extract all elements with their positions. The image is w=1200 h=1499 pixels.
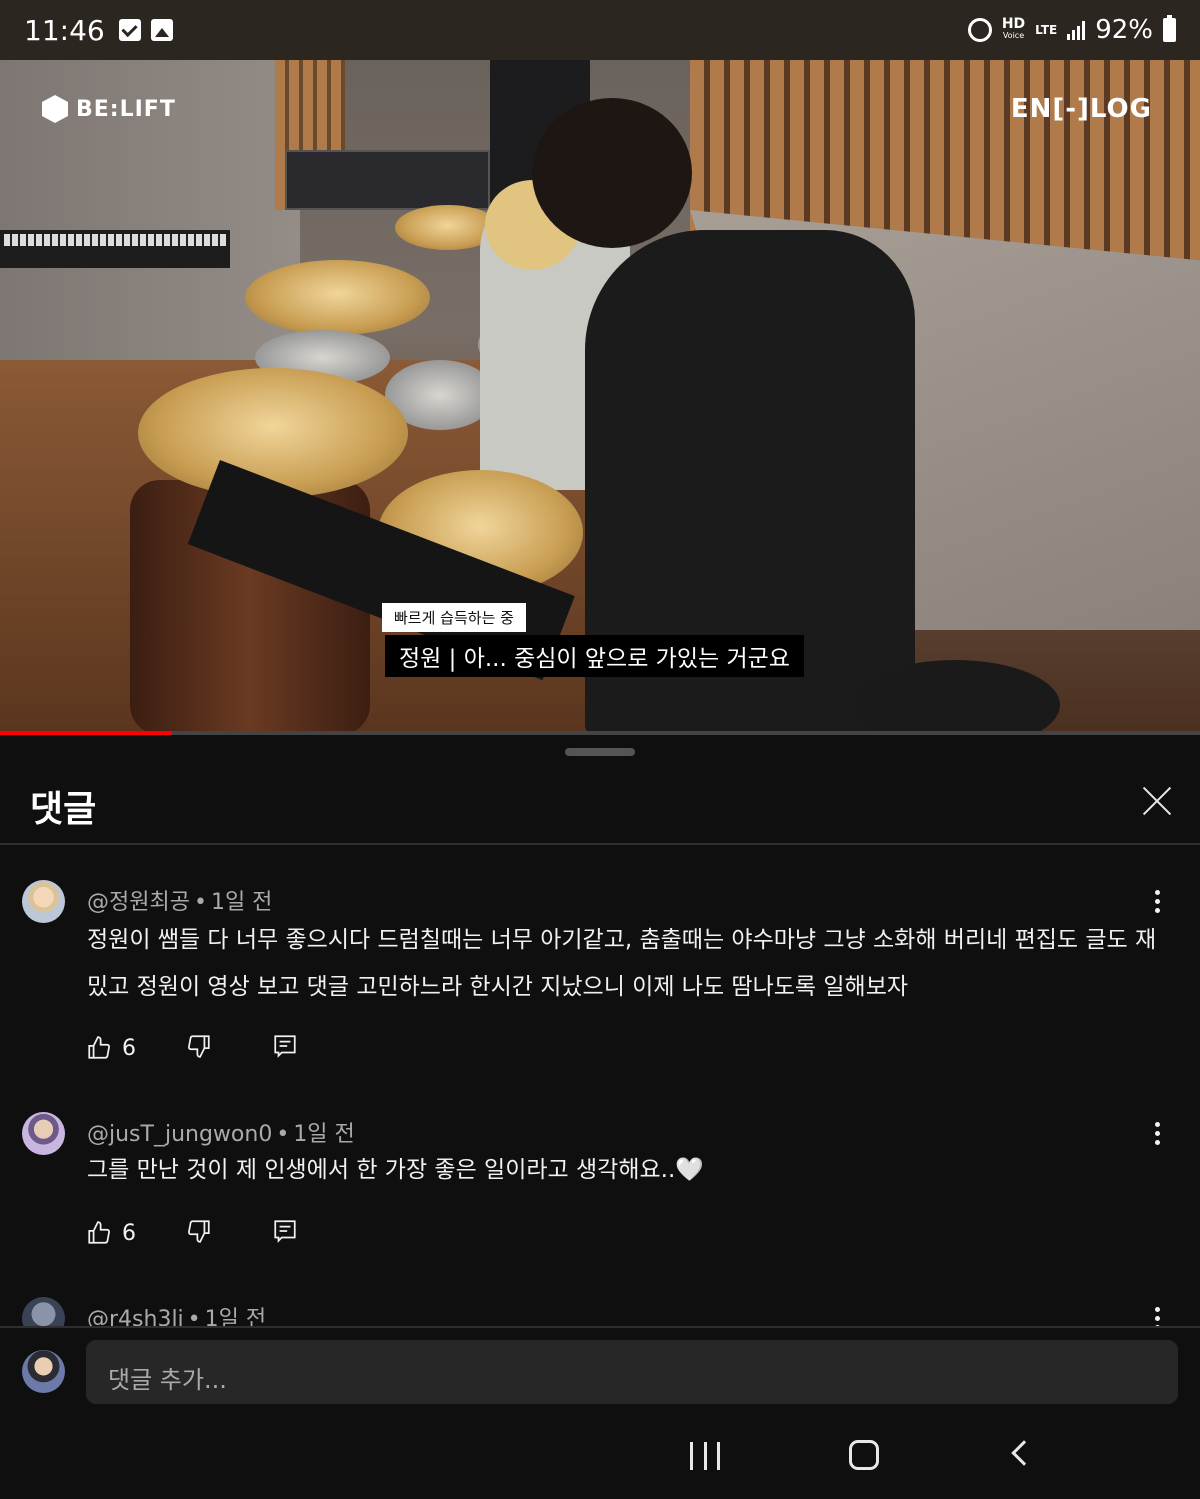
comment-actions: 6 [86, 1033, 298, 1063]
comment-author[interactable]: @jusT_jungwon0 [87, 1122, 272, 1147]
comments-panel: 댓글 @정원최공 • 1일 전 정원이 쌤들 다 너무 좋으시다 드럼칠때는 너무 … [0, 736, 1200, 1328]
meta-separator: • [193, 890, 207, 915]
belift-logo-text: BE:LIFT [76, 96, 176, 122]
meta-separator: • [187, 1307, 201, 1328]
avatar [22, 1350, 65, 1393]
back-icon[interactable] [1011, 1440, 1037, 1466]
video-scene-person [532, 98, 692, 248]
battery-icon [1163, 15, 1176, 42]
notification-icons [118, 19, 173, 41]
hd-voice-icon: HD Voice [1001, 16, 1026, 40]
comment-time: 1일 전 [293, 1122, 355, 1147]
avatar[interactable] [22, 1297, 65, 1328]
video-scene-cymbal [138, 368, 408, 498]
reply-icon [274, 1035, 296, 1058]
like-count: 6 [122, 1220, 136, 1246]
video-progress-fill [0, 731, 172, 735]
header-divider [0, 843, 1200, 845]
comment-time: 1일 전 [210, 890, 273, 915]
reply-button[interactable] [272, 1218, 298, 1248]
home-icon[interactable] [849, 1440, 879, 1470]
more-options-icon[interactable] [1150, 1122, 1164, 1148]
meta-separator: • [276, 1122, 290, 1147]
status-time: 11:46 [24, 13, 105, 47]
comment-time: 1일 전 [204, 1307, 267, 1328]
avatar[interactable] [22, 880, 65, 923]
belift-logo-icon [42, 95, 68, 123]
close-icon[interactable] [1136, 780, 1178, 822]
comment-meta: @정원최공 • 1일 전 [87, 884, 272, 916]
like-count: 6 [122, 1035, 136, 1061]
drag-handle[interactable] [565, 748, 635, 756]
battery-percent: 92% [1095, 15, 1153, 45]
thumbs-up-icon [88, 1221, 110, 1244]
comment-actions: 6 [86, 1218, 298, 1248]
more-options-icon[interactable] [1150, 1307, 1164, 1328]
comment-author[interactable]: @정원최공 [87, 890, 190, 915]
more-options-icon[interactable] [1150, 890, 1164, 916]
add-comment-input[interactable]: 댓글 추가... [86, 1340, 1178, 1404]
video-scene-cymbal [245, 260, 430, 335]
comment-text: 그를 만난 것이 제 인생에서 한 가장 좋은 일이라고 생각해요..🤍 [87, 1157, 704, 1183]
thumbs-down-icon [188, 1035, 210, 1058]
video-subtitle: 정원 | 아... 중심이 앞으로 가있는 거군요 [385, 635, 804, 677]
alarm-icon [967, 18, 992, 42]
video-scene-keyboard [0, 230, 230, 268]
thumbs-up-icon [88, 1036, 110, 1059]
dislike-button[interactable] [186, 1033, 212, 1063]
recents-icon[interactable] [690, 1442, 720, 1470]
video-player[interactable]: BE:LIFT EN[-]LOG 빠르게 습득하는 중 정원 | 아... 중심… [0, 60, 1200, 735]
like-button[interactable]: 6 [86, 1035, 136, 1061]
thumbs-down-icon [188, 1220, 210, 1243]
checkbox-notification-icon [118, 19, 141, 41]
comment-meta: @jusT_jungwon0 • 1일 전 [87, 1116, 355, 1148]
like-button[interactable]: 6 [86, 1220, 136, 1246]
enlog-logo: EN[-]LOG [1010, 94, 1152, 124]
avatar[interactable] [22, 1112, 65, 1155]
comment-meta: @r4sh3li • 1일 전 [87, 1301, 266, 1328]
status-bar: 11:46 HD Voice LTE 92% [0, 0, 1200, 60]
status-icons: HD Voice LTE 92% [967, 15, 1176, 45]
belift-logo: BE:LIFT [42, 95, 176, 123]
video-scene-mixer [285, 150, 490, 210]
comments-title: 댓글 [30, 789, 97, 830]
lte-icon: LTE [1035, 23, 1058, 37]
video-caption-top: 빠르게 습득하는 중 [382, 603, 526, 632]
signal-icon [1067, 20, 1086, 40]
video-progress-bar[interactable] [0, 731, 1200, 735]
comment-text: 정원이 쌤들 다 너무 좋으시다 드럼칠때는 너무 아기같고, 춤출때는 야수마… [87, 927, 1157, 1000]
reply-icon [274, 1220, 296, 1243]
dislike-button[interactable] [186, 1218, 212, 1248]
system-nav-bar [0, 1410, 1200, 1499]
gallery-notification-icon [150, 19, 173, 41]
comment-author[interactable]: @r4sh3li [87, 1307, 184, 1328]
reply-button[interactable] [272, 1033, 298, 1063]
